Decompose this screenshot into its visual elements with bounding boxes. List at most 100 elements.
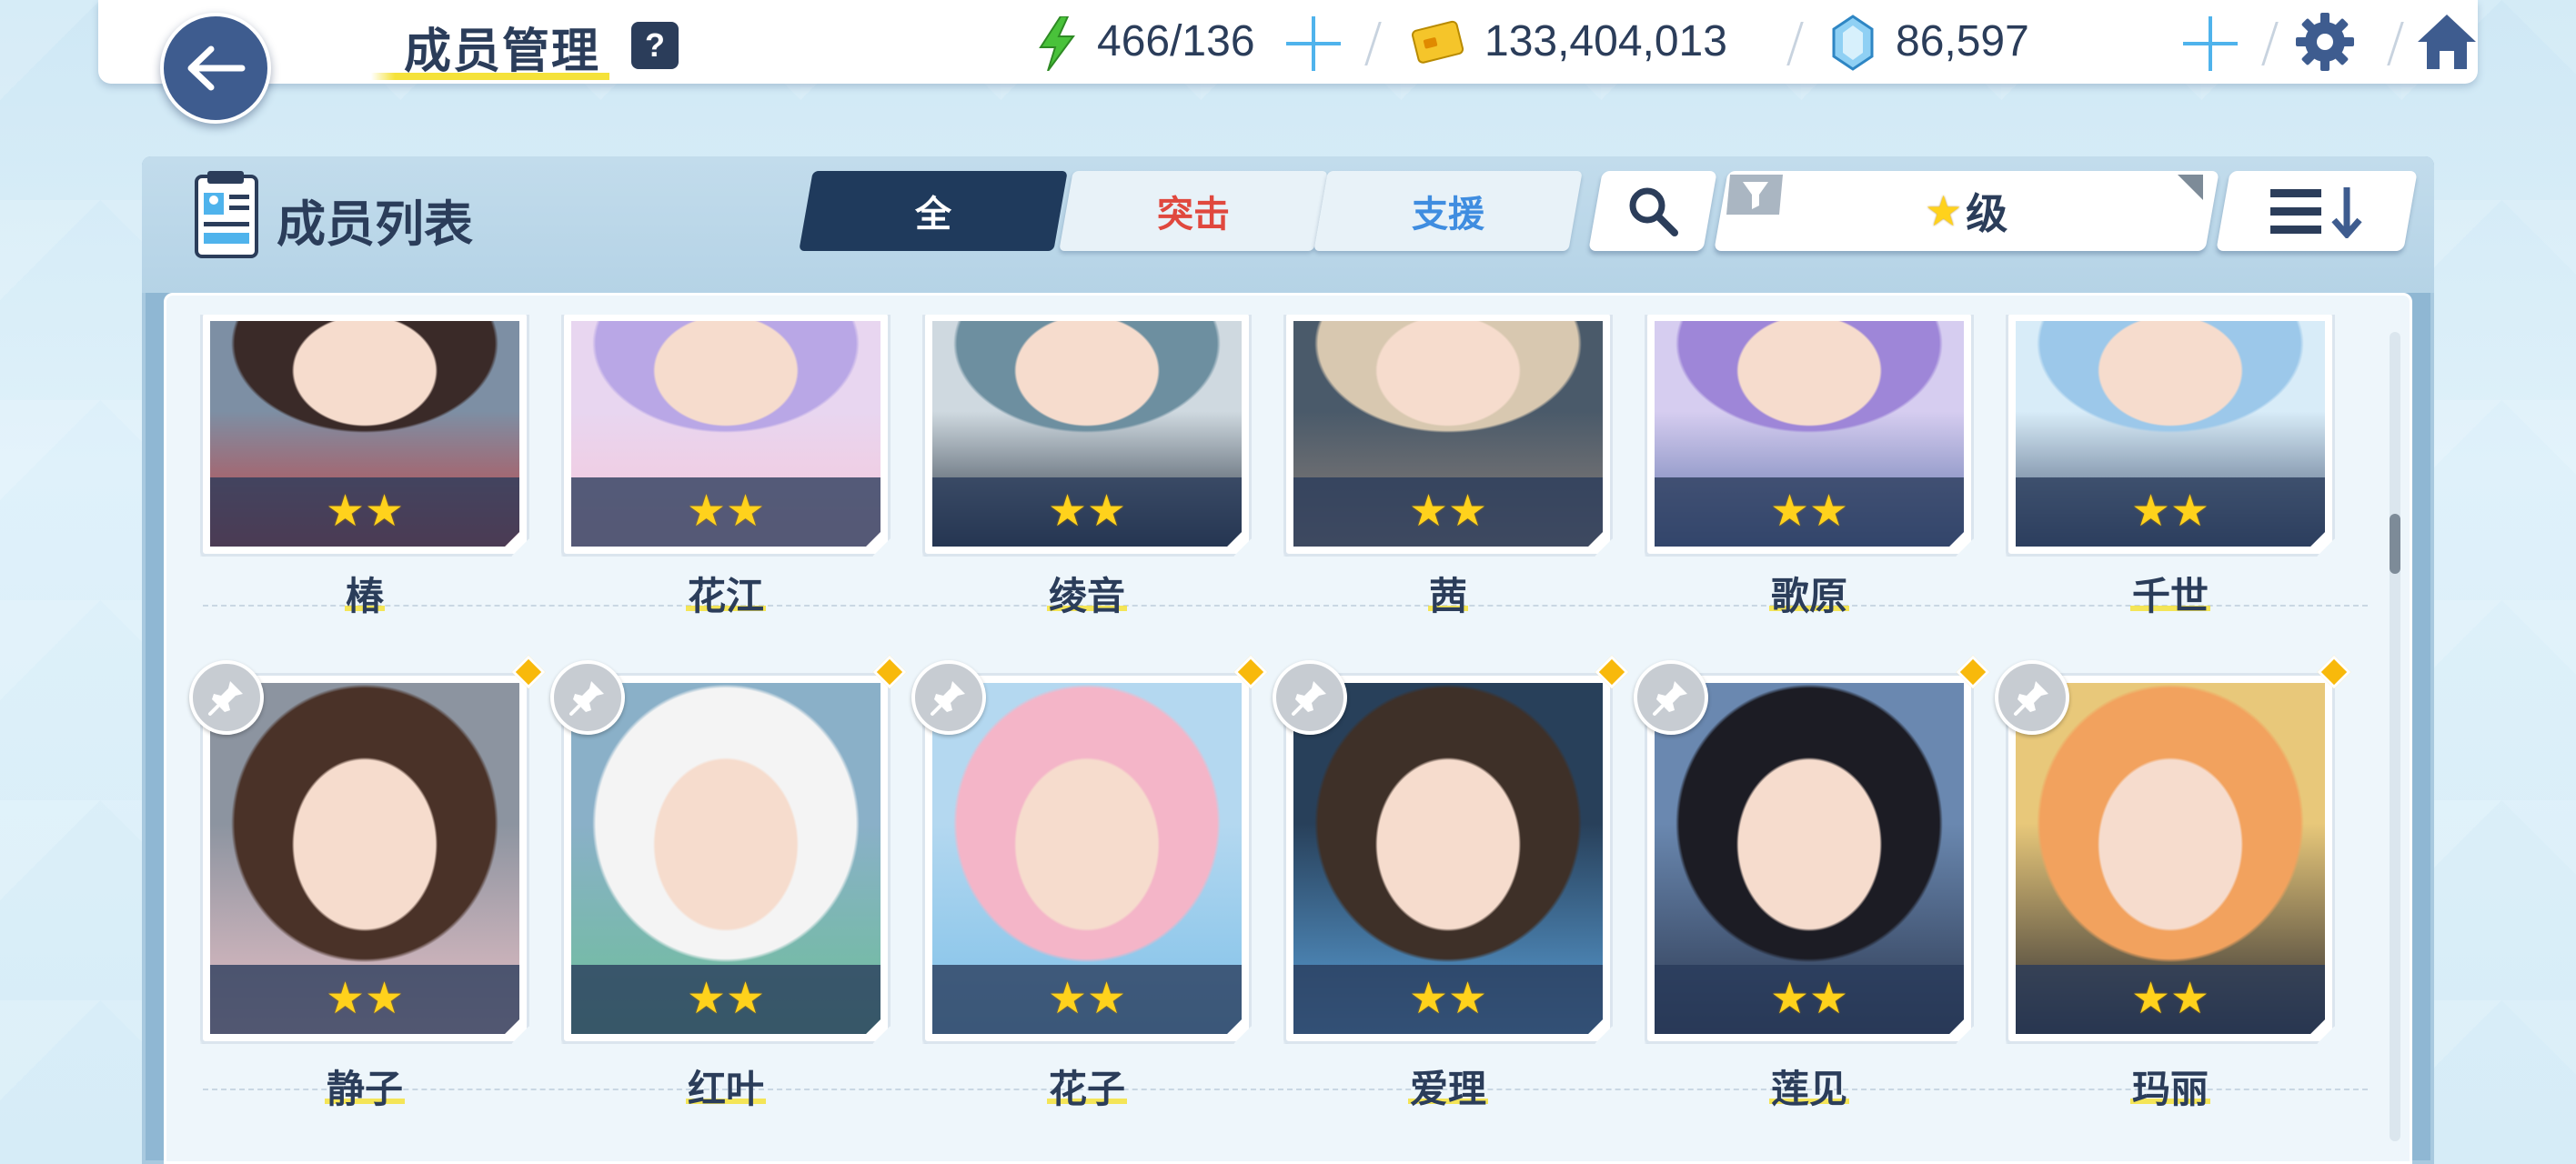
star-rating: ★★	[932, 965, 1242, 1034]
member-name: 花江	[687, 575, 764, 617]
pin-icon	[931, 681, 965, 716]
card-frame: ★★	[922, 673, 1252, 1044]
star-icon: ★★	[686, 975, 766, 1023]
pin-button[interactable]	[1995, 660, 2069, 735]
star-rating: ★★	[210, 965, 519, 1034]
panel-title: 成员列表	[277, 197, 473, 252]
star-rating: ★★	[571, 965, 880, 1034]
student-portrait: ★★	[210, 683, 519, 1034]
card-frame: ★★	[1645, 673, 1974, 1044]
member-name: 椿	[345, 575, 384, 617]
student-portrait: ★★	[2016, 683, 2325, 1034]
pin-button[interactable]	[189, 660, 264, 735]
star-rating: ★★	[2016, 477, 2325, 547]
star-icon: ★★	[1047, 487, 1127, 536]
star-rating: ★★	[1655, 965, 1964, 1034]
star-icon: ★★	[686, 487, 766, 536]
ap-value: 466/136	[1097, 17, 1255, 65]
back-button[interactable]	[160, 13, 271, 124]
sort-filter-dropdown[interactable]: ★ 级	[1714, 171, 2219, 251]
star-icon: ★★	[1047, 975, 1127, 1023]
card-frame: ★★	[200, 311, 529, 557]
student-portrait: ★★	[210, 321, 519, 547]
star-rating: ★★	[1293, 477, 1603, 547]
star-rating: ★★	[1655, 477, 1964, 547]
card-frame: ★★	[200, 673, 529, 1044]
card-frame: ★★	[1645, 311, 1974, 557]
member-name: 爱理	[1409, 1068, 1486, 1110]
student-portrait: ★★	[1655, 683, 1964, 1034]
member-name: 红叶	[687, 1068, 764, 1110]
member-name: 歌原	[1770, 575, 1847, 617]
pin-button[interactable]	[1273, 660, 1347, 735]
star-icon: ★★	[325, 975, 405, 1023]
sort-descending-icon	[2270, 187, 2362, 238]
card-frame: ★★	[561, 673, 891, 1044]
pin-button[interactable]	[911, 660, 986, 735]
pin-icon	[1653, 681, 1687, 716]
tab-striker-label: 突击	[1157, 195, 1230, 235]
star-rating: ★★	[571, 477, 880, 547]
card-frame: ★★	[561, 311, 891, 557]
search-icon	[1629, 187, 1678, 236]
star-rating: ★★	[210, 477, 519, 547]
tab-striker[interactable]: 突击	[1059, 171, 1328, 251]
help-button[interactable]: ?	[631, 22, 679, 69]
member-card-icon	[195, 171, 258, 258]
star-icon: ★★	[1769, 487, 1849, 536]
student-portrait: ★★	[932, 321, 1242, 547]
card-frame: ★★	[1283, 673, 1613, 1044]
home-icon[interactable]	[2414, 11, 2480, 73]
card-frame: ★★	[2006, 311, 2335, 557]
member-name: 绫音	[1048, 575, 1125, 617]
star-icon: ★★	[1408, 975, 1488, 1023]
tab-special[interactable]: 支援	[1313, 171, 1583, 251]
corner-triangle-icon	[2178, 175, 2203, 200]
arrow-left-icon	[187, 45, 246, 91]
student-portrait: ★★	[571, 683, 880, 1034]
divider	[2261, 22, 2279, 65]
page-title: 成员管理	[404, 25, 601, 78]
pin-button[interactable]	[1634, 660, 1708, 735]
divider	[1364, 22, 1382, 65]
member-name: 花子	[1048, 1068, 1125, 1110]
star-rating: ★★	[2016, 965, 2325, 1034]
divider	[1786, 22, 1804, 65]
panel-header: 成员列表 全 突击 支援 ★ 级	[142, 156, 2434, 293]
top-bar: 成员管理 ? 466/136 133,404,013 86,597	[98, 0, 2478, 84]
member-name: 千世	[2131, 575, 2209, 617]
sort-order-button[interactable]	[2216, 171, 2418, 251]
pin-icon	[1292, 681, 1326, 716]
pin-button[interactable]	[550, 660, 625, 735]
credits-value: 133,404,013	[1484, 17, 1727, 65]
star-icon: ★★	[2130, 487, 2210, 536]
card-frame: ★★	[1283, 311, 1613, 557]
star-rating: ★★	[1293, 965, 1603, 1034]
gear-icon[interactable]	[2294, 11, 2356, 73]
card-frame: ★★	[922, 311, 1252, 557]
student-portrait: ★★	[1655, 321, 1964, 547]
star-rating: ★★	[932, 477, 1242, 547]
gems-add-button[interactable]	[2183, 16, 2238, 71]
sort-label: 级	[1966, 190, 2008, 237]
pyroxene-gem-icon	[1832, 15, 1874, 71]
student-portrait: ★★	[1293, 321, 1603, 547]
tab-all-label: 全	[915, 195, 951, 235]
tab-special-label: 支援	[1412, 195, 1484, 235]
star-icon: ★★	[325, 487, 405, 536]
search-button[interactable]	[1588, 171, 1717, 251]
star-icon: ★★	[1769, 975, 1849, 1023]
credits-card-icon	[1412, 20, 1464, 64]
student-portrait: ★★	[2016, 321, 2325, 547]
divider	[2387, 22, 2404, 65]
ap-add-button[interactable]	[1286, 16, 1341, 71]
star-icon: ★★	[2130, 975, 2210, 1023]
tab-all[interactable]: 全	[799, 171, 1068, 251]
pin-icon	[208, 681, 243, 716]
pin-icon	[2014, 681, 2048, 716]
star-icon: ★	[1925, 187, 1963, 235]
star-icon: ★★	[1408, 487, 1488, 536]
pin-icon	[569, 681, 604, 716]
student-portrait: ★★	[932, 683, 1242, 1034]
card-frame: ★★	[2006, 673, 2335, 1044]
